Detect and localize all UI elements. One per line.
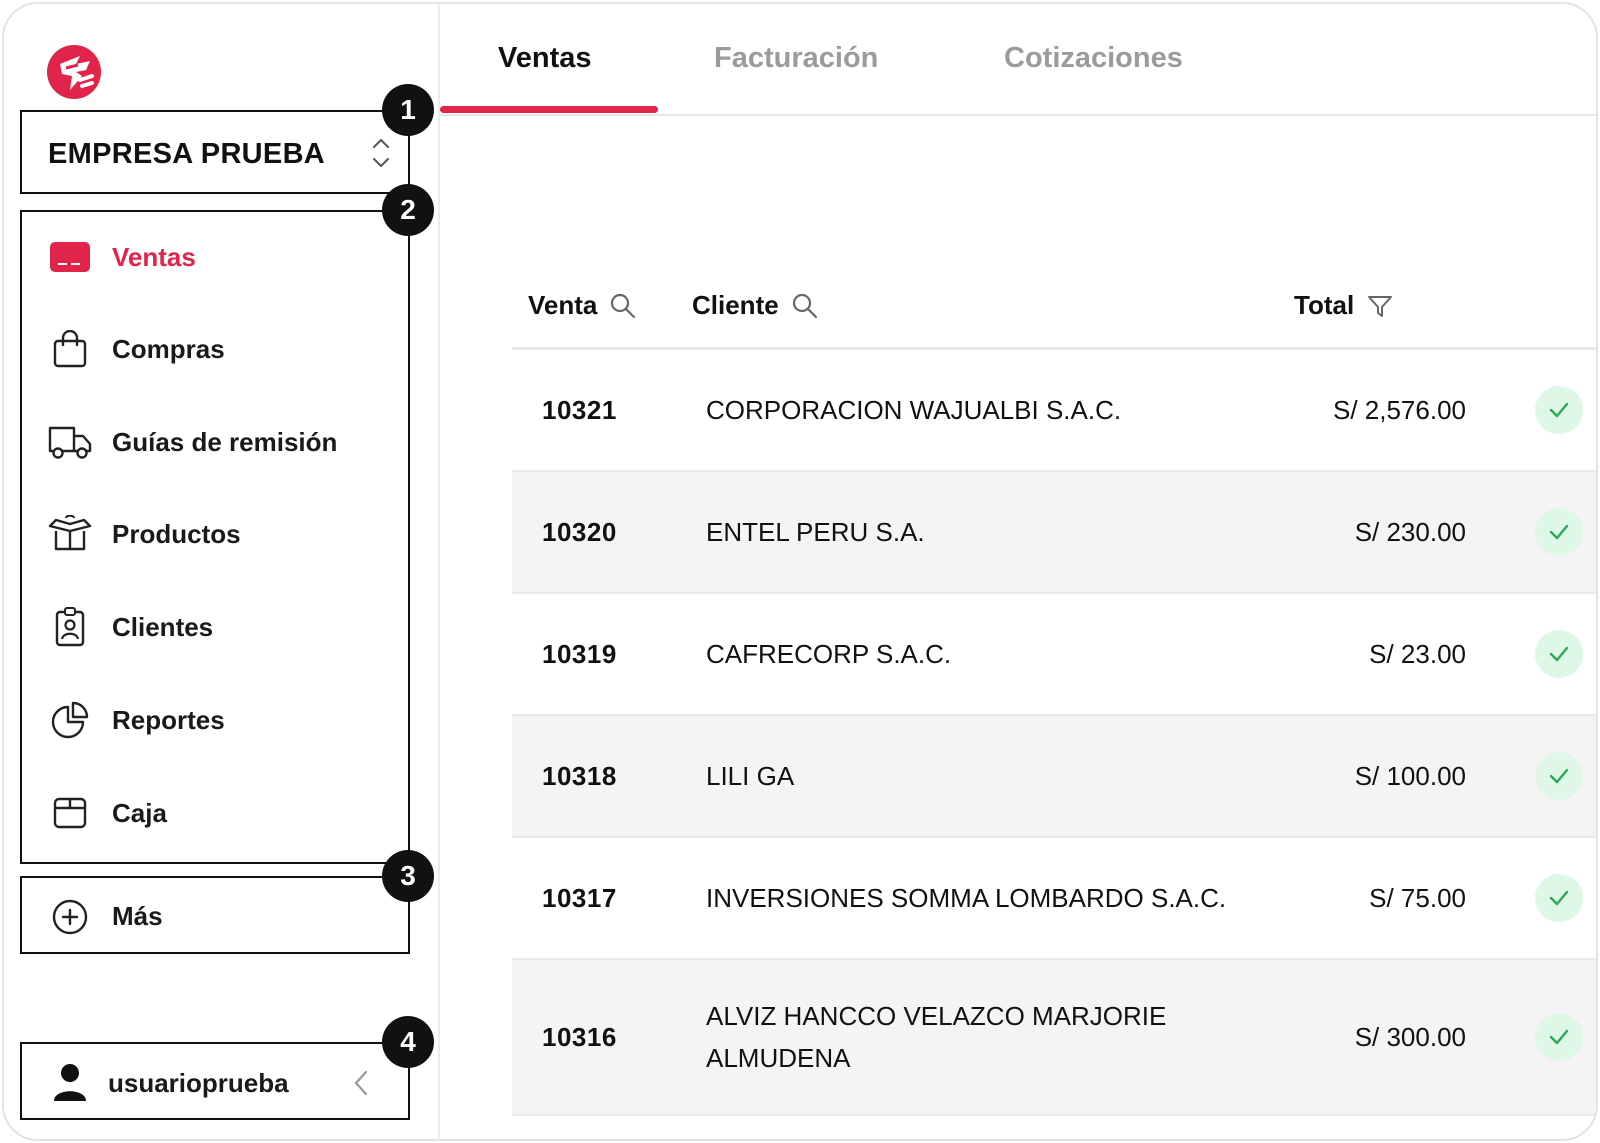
client-badge-icon <box>48 605 92 649</box>
client-name: INVERSIONES SOMMA LOMBARDO S.A.C. <box>706 883 1227 913</box>
column-venta-label: Venta <box>528 290 598 320</box>
nav-item-reportes[interactable]: Reportes <box>22 685 408 755</box>
nav-label: Ventas <box>112 241 196 272</box>
search-icon[interactable] <box>609 292 637 320</box>
column-cliente-label: Cliente <box>692 290 779 320</box>
sale-id: 10321 <box>542 394 617 425</box>
sale-id: 10320 <box>542 516 617 547</box>
check-icon <box>1535 752 1583 800</box>
sales-table: Venta Cliente Total 10321 CORPORACION WA… <box>512 264 1596 1116</box>
sale-id: 10319 <box>542 638 617 669</box>
search-icon[interactable] <box>791 292 819 320</box>
table-row[interactable]: 10316 ALVIZ HANCCO VELAZCO MARJORIE ALMU… <box>512 960 1596 1116</box>
sale-total: S/ 300.00 <box>1354 1021 1466 1052</box>
status-cell <box>1534 960 1584 1114</box>
more-label: Más <box>112 901 163 931</box>
nav-label: Compras <box>112 333 225 364</box>
tab-facturacion[interactable]: Facturación <box>714 42 878 75</box>
annotation-badge-1: 1 <box>382 84 434 136</box>
nav-label: Reportes <box>112 704 225 735</box>
column-venta: Venta <box>528 290 637 321</box>
column-total-label: Total <box>1294 290 1355 320</box>
filter-icon[interactable] <box>1366 292 1394 320</box>
app-window: EMPRESA PRUEBA Ventas Compras Guías de r… <box>2 2 1598 1141</box>
annotation-badge-4: 4 <box>382 1016 434 1068</box>
client-name: ENTEL PERU S.A. <box>706 517 925 547</box>
section-tabs: Ventas Facturación Cotizaciones <box>440 4 1596 116</box>
tab-cotizaciones[interactable]: Cotizaciones <box>1004 42 1183 75</box>
nav-item-guias-de-remision[interactable]: Guías de remisión <box>22 407 408 477</box>
product-box-icon <box>48 512 92 556</box>
sale-total: S/ 100.00 <box>1354 760 1466 791</box>
table-row[interactable]: 10320 ENTEL PERU S.A. S/ 230.00 <box>512 472 1596 594</box>
status-cell <box>1534 716 1584 836</box>
user-icon <box>54 1064 86 1101</box>
sidebar: EMPRESA PRUEBA Ventas Compras Guías de r… <box>4 4 440 1139</box>
annotation-badge-2: 2 <box>382 184 434 236</box>
more-button[interactable]: Más <box>20 876 410 954</box>
check-icon <box>1535 1013 1583 1061</box>
nav-label: Productos <box>112 518 241 549</box>
table-header: Venta Cliente Total <box>512 264 1596 350</box>
sale-id: 10316 <box>542 1021 617 1052</box>
column-cliente: Cliente <box>692 290 819 321</box>
plus-circle-icon <box>52 899 88 935</box>
status-cell <box>1534 350 1584 470</box>
status-cell <box>1534 594 1584 714</box>
check-icon <box>1535 508 1583 556</box>
status-cell <box>1534 838 1584 958</box>
nav-item-caja[interactable]: Caja <box>22 778 408 848</box>
nav-label: Clientes <box>112 611 214 642</box>
client-name: CORPORACION WAJUALBI S.A.C. <box>706 395 1122 425</box>
sale-total: S/ 75.00 <box>1369 882 1466 913</box>
main-navigation: Ventas Compras Guías de remisión Product… <box>20 210 410 864</box>
table-row[interactable]: 10319 CAFRECORP S.A.C. S/ 23.00 <box>512 594 1596 716</box>
truck-icon <box>48 420 92 464</box>
annotation-badge-3: 3 <box>382 850 434 902</box>
client-name: CAFRECORP S.A.C. <box>706 639 952 669</box>
sale-id: 10317 <box>542 882 617 913</box>
sale-total: S/ 23.00 <box>1369 638 1466 669</box>
company-name: EMPRESA PRUEBA <box>48 138 326 170</box>
switch-company-icon[interactable] <box>370 136 392 170</box>
nav-item-productos[interactable]: Productos <box>22 499 408 569</box>
pie-chart-icon <box>48 698 92 742</box>
check-icon <box>1535 630 1583 678</box>
sales-card-icon <box>48 235 92 279</box>
cash-box-icon <box>48 791 92 835</box>
company-selector[interactable]: EMPRESA PRUEBA <box>20 110 410 194</box>
client-name: ALVIZ HANCCO VELAZCO MARJORIE ALMUDENA <box>706 1001 1167 1073</box>
sale-id: 10318 <box>542 760 617 791</box>
nav-item-clientes[interactable]: Clientes <box>22 592 408 662</box>
nav-item-ventas[interactable]: Ventas <box>22 222 408 292</box>
username: usuarioprueba <box>108 1068 289 1098</box>
user-menu[interactable]: usuarioprueba <box>20 1042 410 1120</box>
nav-item-compras[interactable]: Compras <box>22 314 408 384</box>
sale-total: S/ 2,576.00 <box>1333 394 1466 425</box>
nav-label: Caja <box>112 797 167 828</box>
nav-label: Guías de remisión <box>112 426 338 457</box>
client-name: LILI GA <box>706 761 795 791</box>
table-row[interactable]: 10321 CORPORACION WAJUALBI S.A.C. S/ 2,5… <box>512 350 1596 472</box>
status-cell <box>1534 472 1584 592</box>
check-icon <box>1535 874 1583 922</box>
check-icon <box>1535 386 1583 434</box>
sale-total: S/ 230.00 <box>1354 516 1466 547</box>
table-row[interactable]: 10318 LILI GA S/ 100.00 <box>512 716 1596 838</box>
column-total: Total <box>1294 290 1394 321</box>
tab-ventas[interactable]: Ventas <box>498 42 592 75</box>
chevron-left-icon[interactable] <box>352 1068 370 1098</box>
active-tab-indicator <box>440 106 658 113</box>
brand-logo <box>47 45 101 99</box>
table-row[interactable]: 10317 INVERSIONES SOMMA LOMBARDO S.A.C. … <box>512 838 1596 960</box>
shopping-bag-icon <box>48 327 92 371</box>
